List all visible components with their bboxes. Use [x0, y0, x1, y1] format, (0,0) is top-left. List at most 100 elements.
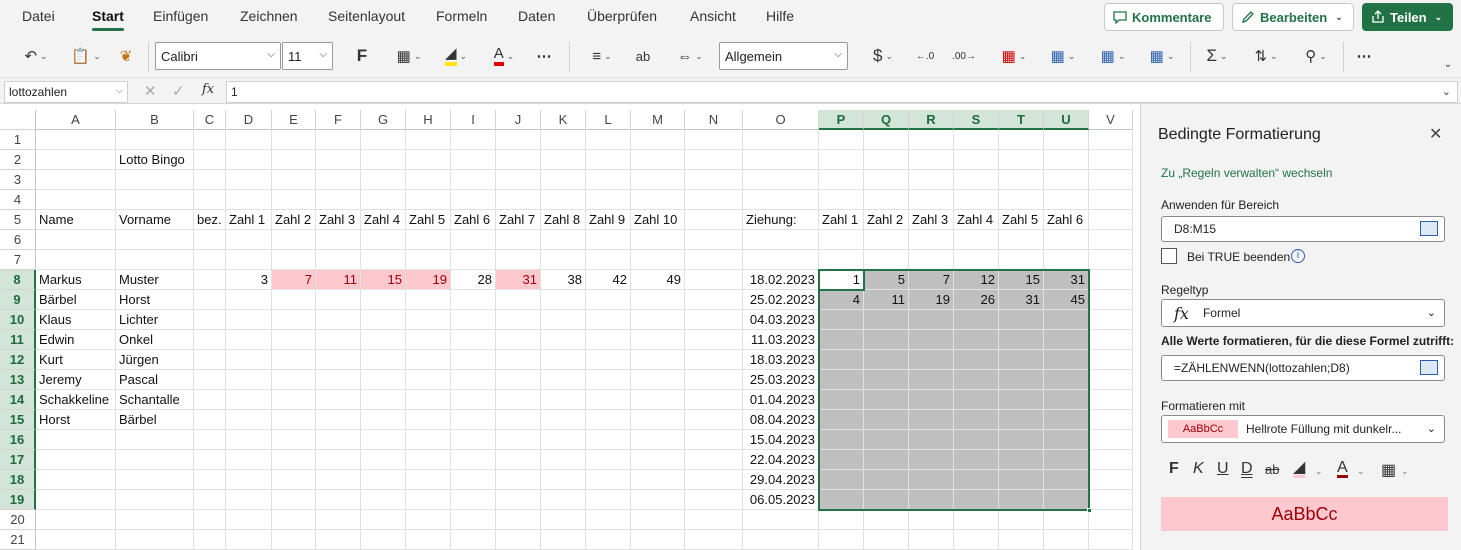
column-label[interactable]: Zahl 4 [361, 210, 406, 230]
grid-cell[interactable] [316, 250, 361, 270]
column-header[interactable]: E [272, 110, 316, 130]
grid-cell[interactable] [316, 410, 361, 430]
row-header[interactable]: 6 [0, 230, 36, 250]
close-icon[interactable]: ✕ [1429, 124, 1442, 144]
grid-cell[interactable] [496, 450, 541, 470]
grid-cell[interactable] [361, 290, 406, 310]
ruletype-select[interactable]: fx Formel ⌄ [1161, 299, 1445, 327]
more-icon[interactable]: ⋯ [532, 44, 556, 68]
grid-cell[interactable] [819, 150, 864, 170]
grid-cell[interactable] [226, 190, 272, 210]
font-family-select[interactable]: Calibri ⌵ [155, 42, 281, 70]
grid-cell[interactable] [194, 270, 226, 290]
grid-cell[interactable] [586, 190, 631, 210]
grid-cell[interactable] [316, 130, 361, 150]
grid-cell[interactable] [451, 330, 496, 350]
grid-cell[interactable] [194, 330, 226, 350]
menu-einfuegen[interactable]: Einfügen [153, 8, 208, 24]
bold-icon[interactable]: F [1169, 460, 1179, 478]
grid-cell[interactable] [36, 470, 116, 490]
grid-cell[interactable] [361, 490, 406, 510]
grid-cell[interactable] [116, 510, 194, 530]
grid-cell[interactable] [361, 330, 406, 350]
column-header[interactable]: S [954, 110, 999, 130]
grid-cell[interactable] [909, 190, 954, 210]
grid-cell[interactable] [116, 230, 194, 250]
grid-cell[interactable] [1044, 130, 1089, 150]
grid-cell[interactable] [361, 450, 406, 470]
grid-cell[interactable] [954, 230, 999, 250]
row-header[interactable]: 7 [0, 250, 36, 270]
grid-cell[interactable] [272, 470, 316, 490]
column-header[interactable]: U [1044, 110, 1089, 130]
grid-cell[interactable] [631, 150, 685, 170]
more-icon[interactable]: ⋯ [1352, 44, 1376, 68]
grid-cell[interactable] [451, 350, 496, 370]
grid-cell[interactable] [316, 370, 361, 390]
grid-cell[interactable] [226, 250, 272, 270]
grid-cell[interactable] [316, 290, 361, 310]
grid-cell[interactable] [1044, 150, 1089, 170]
column-header[interactable]: M [631, 110, 685, 130]
grid-cell[interactable] [999, 150, 1044, 170]
grid-cell[interactable] [541, 390, 586, 410]
column-label[interactable]: Name [36, 210, 116, 230]
grid-cell[interactable] [819, 170, 864, 190]
select-all-corner[interactable] [0, 110, 36, 130]
grid-cell[interactable] [272, 390, 316, 410]
grid-cell[interactable] [864, 510, 909, 530]
column-header[interactable]: R [909, 110, 954, 130]
grid-cell[interactable] [1089, 250, 1133, 270]
row-header[interactable]: 12 [0, 350, 36, 370]
person-name[interactable]: Jeremy [36, 370, 116, 390]
column-header[interactable]: F [316, 110, 361, 130]
ribbon-expand-button[interactable]: ⌄ [1440, 52, 1456, 76]
format-table-button[interactable]: ▦ ⌄ [1043, 44, 1083, 68]
grid-cell[interactable] [361, 390, 406, 410]
grid-cell[interactable] [226, 170, 272, 190]
person-name[interactable]: Klaus [36, 310, 116, 330]
grid-cell[interactable] [496, 350, 541, 370]
column-label[interactable]: Zahl 9 [586, 210, 631, 230]
grid-cell[interactable] [316, 490, 361, 510]
grid-cell[interactable] [685, 350, 743, 370]
person-name[interactable]: Horst [36, 410, 116, 430]
grid-cell[interactable] [194, 390, 226, 410]
grid-cell[interactable] [864, 170, 909, 190]
person-name[interactable]: Kurt [36, 350, 116, 370]
column-header[interactable]: J [496, 110, 541, 130]
grid-cell[interactable] [116, 130, 194, 150]
grid-cell[interactable] [1089, 390, 1133, 410]
range-select-icon[interactable] [1420, 221, 1438, 236]
grid-cell[interactable] [194, 170, 226, 190]
grid-cell[interactable] [496, 430, 541, 450]
grid-cell[interactable] [36, 450, 116, 470]
grid-cell[interactable] [685, 390, 743, 410]
grid-cell[interactable] [226, 490, 272, 510]
grid-cell[interactable] [864, 230, 909, 250]
grid-cell[interactable] [631, 190, 685, 210]
grid-cell[interactable] [541, 150, 586, 170]
grid-cell[interactable] [36, 250, 116, 270]
row-header[interactable]: 19 [0, 490, 36, 510]
grid-cell[interactable] [909, 530, 954, 550]
grid-cell[interactable] [36, 130, 116, 150]
range-select-icon[interactable] [1420, 360, 1438, 375]
grid-cell[interactable] [272, 530, 316, 550]
stop-true-checkbox[interactable] [1161, 248, 1177, 264]
grid-cell[interactable] [541, 230, 586, 250]
grid-cell[interactable] [541, 470, 586, 490]
grid-cell[interactable] [316, 450, 361, 470]
grid-cell[interactable] [194, 130, 226, 150]
grid-cell[interactable] [226, 350, 272, 370]
grid-cell[interactable] [451, 230, 496, 250]
grid-cell[interactable] [226, 430, 272, 450]
lotto-number[interactable]: 3 [226, 270, 272, 290]
row-header[interactable]: 20 [0, 510, 36, 530]
grid-cell[interactable] [226, 150, 272, 170]
menu-hilfe[interactable]: Hilfe [766, 8, 794, 24]
grid-cell[interactable] [685, 130, 743, 150]
grid-cell[interactable] [999, 130, 1044, 150]
grid-cell[interactable] [406, 150, 451, 170]
row-header[interactable]: 21 [0, 530, 36, 550]
